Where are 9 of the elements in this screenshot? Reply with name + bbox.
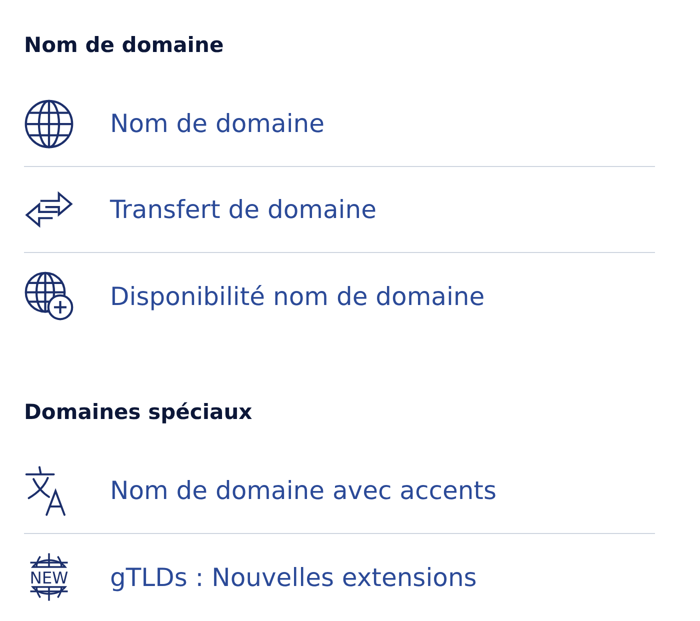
menu-link[interactable]: Disponibilité nom de domaine: [110, 282, 485, 310]
menu-link[interactable]: Transfert de domaine: [110, 195, 376, 224]
section-heading: Domaines spéciaux: [24, 399, 252, 426]
globe-plus-icon: [24, 271, 74, 321]
menu-link[interactable]: Nom de domaine: [110, 109, 325, 138]
globe-icon: [24, 98, 74, 148]
menu-link[interactable]: Nom de domaine avec accents: [110, 476, 496, 505]
section-heading: Nom de domaine: [24, 32, 224, 59]
menu-link[interactable]: gTLDs : Nouvelles extensions: [110, 562, 477, 592]
